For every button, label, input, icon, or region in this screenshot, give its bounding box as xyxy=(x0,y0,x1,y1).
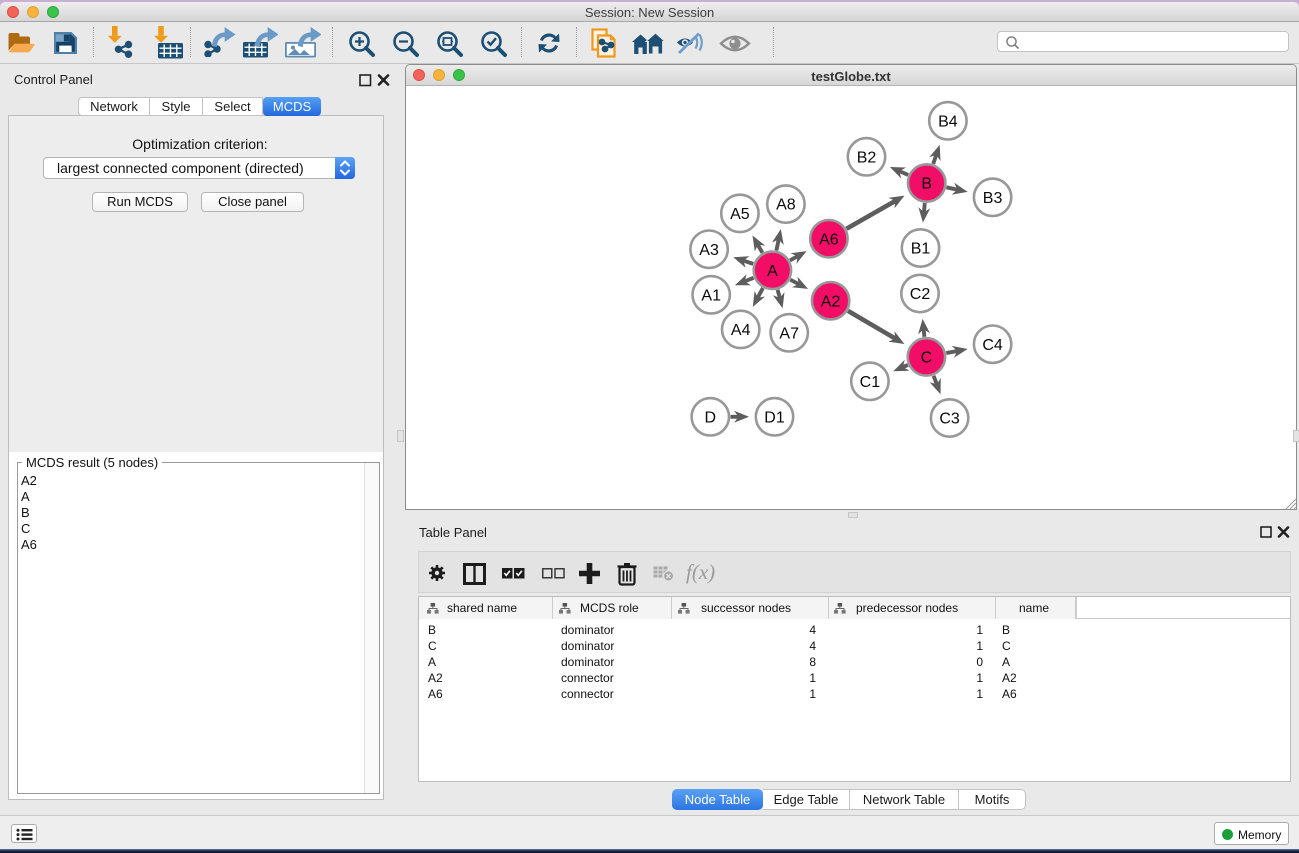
svg-text:B3: B3 xyxy=(983,190,1003,207)
svg-text:D1: D1 xyxy=(764,409,785,426)
svg-text:A3: A3 xyxy=(699,242,719,259)
svg-text:B2: B2 xyxy=(857,149,877,166)
svg-text:A5: A5 xyxy=(730,206,750,223)
svg-text:B: B xyxy=(921,176,932,193)
svg-text:C1: C1 xyxy=(860,374,881,391)
svg-text:B4: B4 xyxy=(938,113,958,130)
svg-text:A2: A2 xyxy=(821,293,841,310)
svg-text:C2: C2 xyxy=(910,286,931,303)
svg-text:C3: C3 xyxy=(939,411,960,428)
svg-text:C: C xyxy=(921,350,933,367)
svg-text:A: A xyxy=(767,263,778,280)
svg-text:C4: C4 xyxy=(982,337,1003,354)
svg-text:B1: B1 xyxy=(911,241,931,258)
svg-text:A4: A4 xyxy=(731,322,751,339)
svg-text:D: D xyxy=(705,409,717,426)
svg-text:A1: A1 xyxy=(701,287,721,304)
svg-text:A7: A7 xyxy=(779,325,799,342)
svg-text:A6: A6 xyxy=(819,231,839,248)
svg-text:A8: A8 xyxy=(776,197,796,214)
